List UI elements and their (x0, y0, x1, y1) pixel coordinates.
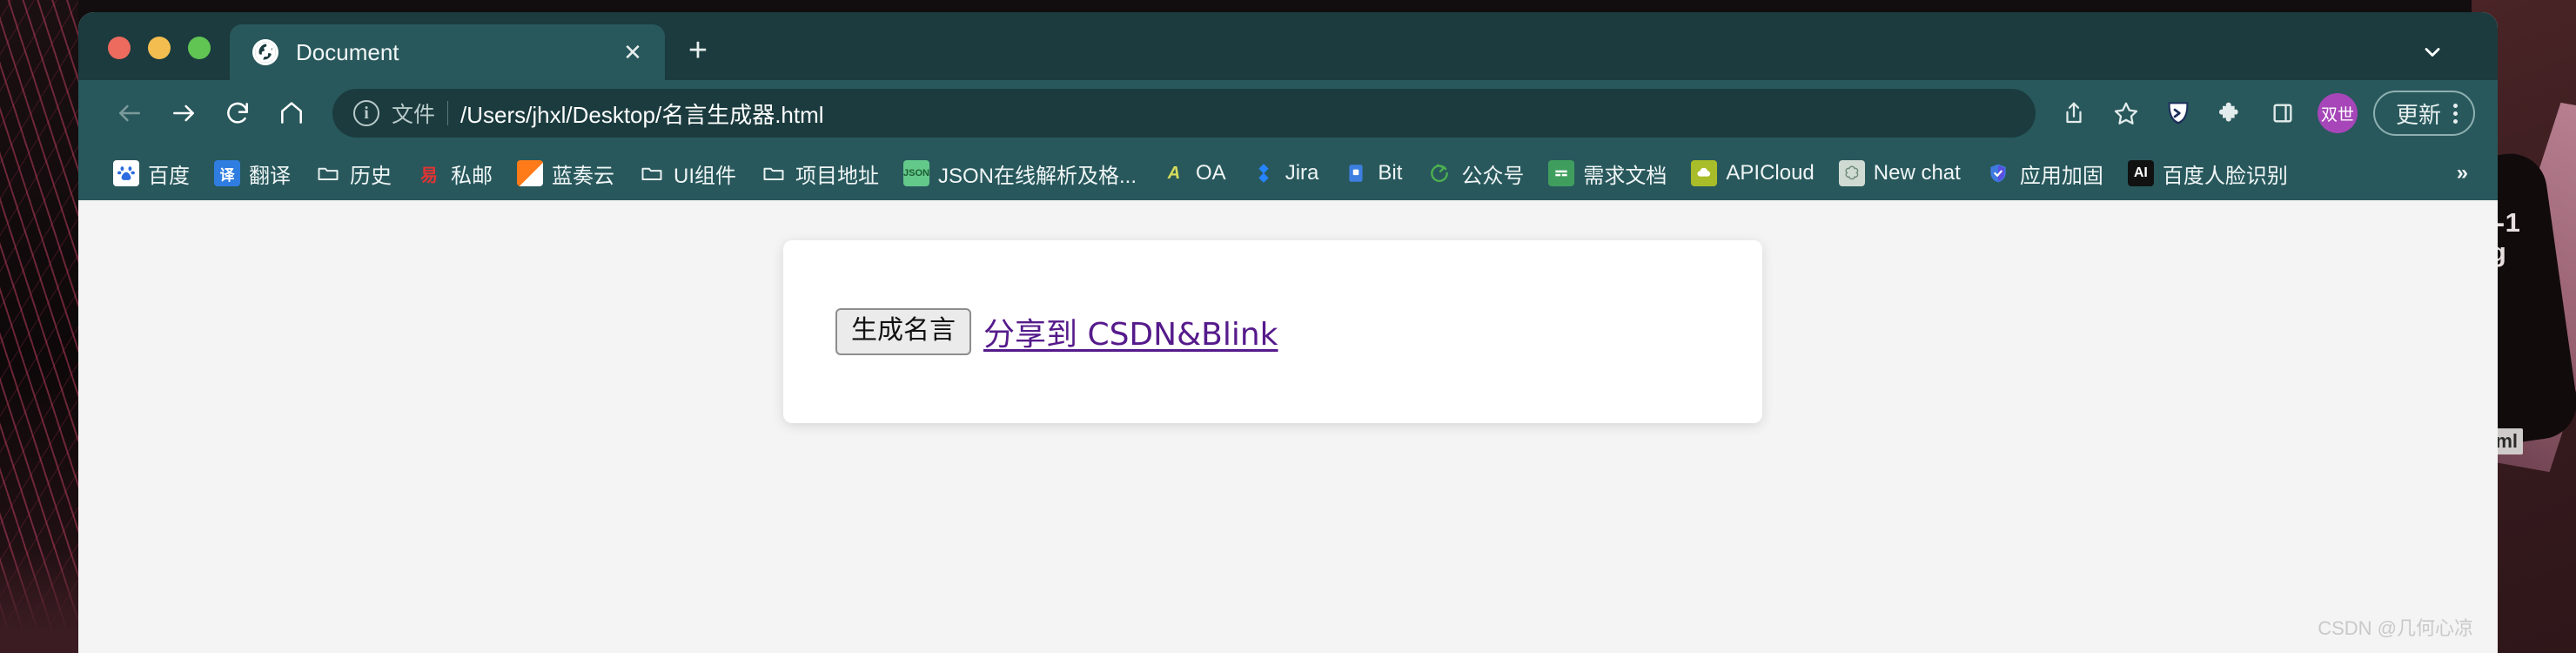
bookmarks-bar: 百度 译 翻译 历史 易 私邮 蓝奏云 UI组件 项目地址 JSON JSON在… (78, 146, 2498, 200)
window-traffic-lights (78, 37, 230, 80)
side-panel-icon[interactable] (2260, 91, 2305, 136)
bookmark-item-requirements-doc[interactable]: 需求文档 (1536, 152, 1679, 194)
bookmark-label: 项目地址 (795, 164, 879, 188)
url-scheme-label: 文件 (392, 103, 436, 127)
generate-quote-button[interactable]: 生成名言 (835, 308, 971, 355)
baidu-icon (113, 160, 139, 186)
bookmark-item-oa[interactable]: A OA (1149, 152, 1238, 194)
bookmark-item-lanzou[interactable]: 蓝奏云 (505, 152, 627, 194)
bookmark-label: Bit (1378, 161, 1403, 185)
bookmark-label: 百度 (148, 164, 190, 188)
bookmark-label: 私邮 (451, 164, 493, 188)
wechat-mp-icon (1426, 160, 1452, 186)
bookmark-label: Jira (1285, 161, 1319, 185)
bookmark-item-simail[interactable]: 易 私邮 (404, 152, 505, 194)
folder-icon (761, 160, 787, 186)
url-text: /Users/jhxl/Desktop/名言生成器.html (460, 101, 824, 128)
bookmark-item-translate[interactable]: 译 翻译 (202, 152, 303, 194)
bookmark-folder-history[interactable]: 历史 (303, 152, 404, 194)
bookmark-item-apicloud[interactable]: APICloud (1679, 152, 1826, 194)
share-icon[interactable] (2051, 91, 2096, 136)
bookmark-item-new-chat[interactable]: New chat (1827, 152, 1973, 194)
browser-window: Document ✕ + i 文件 /Users/jhxl/Desktop/名言… (78, 12, 2498, 653)
shield-icon (1985, 160, 2011, 186)
bookmark-item-wechat-mp[interactable]: 公众号 (1414, 152, 1536, 194)
tab-title: Document (296, 38, 399, 65)
address-bar[interactable]: i 文件 /Users/jhxl/Desktop/名言生成器.html (332, 89, 2036, 138)
desktop-wallpaper-left-bottom (0, 549, 78, 653)
window-maximize-button[interactable] (188, 37, 211, 59)
quote-generator-card: 生成名言 分享到 CSDN&Blink (783, 240, 1762, 423)
bookmark-label: 需求文档 (1583, 164, 1667, 188)
arrow-left-icon[interactable] (104, 88, 155, 138)
reload-icon[interactable] (212, 88, 263, 138)
star-icon[interactable] (2103, 91, 2149, 136)
folder-icon (315, 160, 341, 186)
jira-icon (1251, 160, 1277, 186)
info-icon[interactable]: i (353, 100, 379, 126)
bookmark-label: JSON在线解析及格... (938, 164, 1137, 188)
bookmark-item-jira[interactable]: Jira (1238, 152, 1332, 194)
bookmark-label: 应用加固 (2019, 164, 2103, 188)
bookmark-item-bit[interactable]: Bit (1331, 152, 1414, 194)
kebab-menu-icon[interactable] (2453, 103, 2458, 124)
bookmark-item-baidu-face[interactable]: AI 百度人脸识别 (2116, 152, 2300, 194)
share-to-csdn-blink-link[interactable]: 分享到 CSDN&Blink (983, 309, 1278, 354)
bookmark-label: 百度人脸识别 (2162, 164, 2288, 188)
arrow-right-icon[interactable] (158, 88, 209, 138)
bookmark-folder-ui-components[interactable]: UI组件 (627, 152, 748, 194)
toolbar-right-actions: 双世 更新 (2051, 91, 2475, 136)
ai-icon: AI (2127, 160, 2154, 186)
chevron-down-icon[interactable] (2402, 24, 2463, 80)
bookmark-label: OA (1196, 161, 1226, 185)
tab-strip: Document ✕ + (78, 12, 2498, 80)
window-minimize-button[interactable] (148, 37, 171, 59)
bookmark-item-baidu[interactable]: 百度 (101, 152, 202, 194)
bit-icon (1343, 160, 1369, 186)
bookmark-label: 翻译 (249, 164, 291, 188)
puzzle-icon[interactable] (2208, 91, 2253, 136)
home-icon[interactable] (266, 88, 317, 138)
bookmark-folder-project-urls[interactable]: 项目地址 (748, 152, 891, 194)
tab-document[interactable]: Document ✕ (230, 24, 665, 80)
new-tab-button[interactable]: + (670, 23, 726, 78)
simail-icon: 易 (420, 165, 438, 185)
bookmark-label: APICloud (1726, 161, 1815, 185)
csdn-watermark: CSDN @几何心凉 (2318, 617, 2473, 639)
page-viewport: 生成名言 分享到 CSDN&Blink CSDN @几何心凉 (78, 200, 2498, 653)
sheets-icon (1548, 160, 1575, 186)
bitwarden-icon[interactable] (2156, 91, 2201, 136)
bookmark-label: 公众号 (1461, 164, 1525, 188)
oa-icon: A (1167, 163, 1181, 183)
openai-icon (1838, 160, 1865, 186)
bookmark-label: UI组件 (674, 164, 736, 188)
update-button-label: 更新 (2395, 101, 2441, 128)
apicloud-icon (1691, 160, 1718, 186)
omnibox-divider (447, 101, 449, 125)
avatar[interactable]: 双世 (2317, 93, 2358, 133)
card-controls: 生成名言 分享到 CSDN&Blink (835, 308, 1278, 355)
bookmark-label: New chat (1873, 161, 1961, 185)
translate-icon: 译 (214, 160, 240, 186)
globe-icon (252, 39, 278, 65)
bookmark-item-json-parser[interactable]: JSON JSON在线解析及格... (891, 152, 1149, 194)
folder-icon (639, 160, 665, 186)
bookmark-item-app-hardening[interactable]: 应用加固 (1973, 152, 2116, 194)
bookmark-label: 历史 (350, 164, 392, 188)
json-icon: JSON (903, 160, 929, 186)
bookmarks-overflow-button[interactable]: » (2441, 161, 2484, 185)
update-button[interactable]: 更新 (2372, 91, 2475, 136)
bookmark-label: 蓝奏云 (552, 164, 614, 188)
window-close-button[interactable] (108, 37, 131, 59)
close-icon[interactable]: ✕ (618, 37, 647, 67)
browser-toolbar: i 文件 /Users/jhxl/Desktop/名言生成器.html 双世 更… (78, 80, 2498, 146)
lanzou-icon (517, 160, 543, 186)
